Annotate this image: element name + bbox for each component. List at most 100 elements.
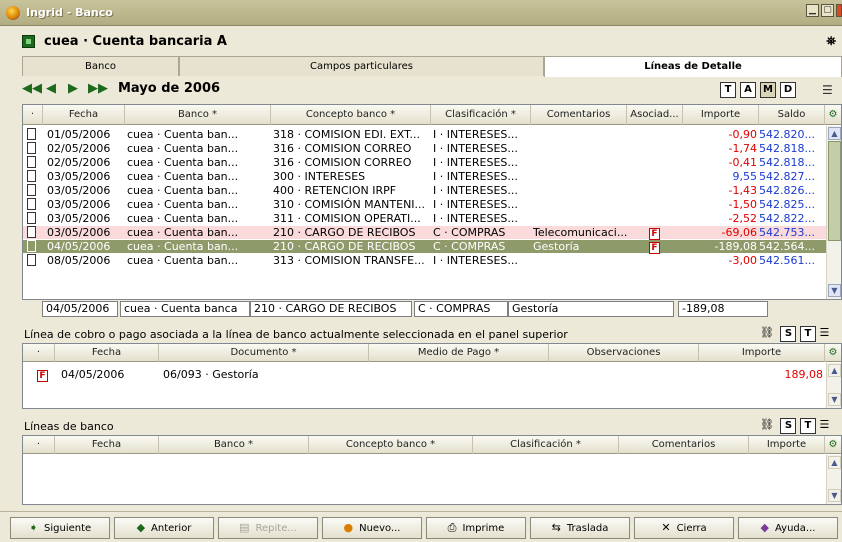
bank-col-banco[interactable]: Banco * [159, 436, 309, 454]
prev-period-icon[interactable]: ◀ [46, 81, 56, 96]
bank-scroll-up-icon[interactable]: ▲ [828, 456, 841, 469]
bank-scrollbar[interactable]: ▲ ▼ [826, 455, 841, 504]
table-row[interactable]: 03/05/2006 cuea · Cuenta ban... 300 · INTE… [23, 170, 827, 183]
toggle-m-button[interactable]: M [760, 82, 776, 98]
bank-layers-icon[interactable]: ☰ [819, 418, 829, 431]
table-row[interactable]: 01/05/2006 cuea · Cuenta ban... 318 · COMI… [23, 128, 827, 141]
cell-saldo: 542.826... [759, 184, 815, 197]
last-period-icon[interactable]: ▶▶ [88, 81, 108, 96]
cell-concepto: 400 · RETENCION IRPF [273, 184, 397, 197]
bank-lines-grid: · Fecha Banco * Concepto banco * Clasifi… [22, 104, 842, 300]
cell-saldo: 542.561... [759, 254, 815, 267]
linked-grid: · Fecha Documento * Medio de Pago * Obse… [22, 343, 842, 409]
linked-col-observaciones[interactable]: Observaciones [549, 344, 699, 362]
cell-banco: cuea · Cuenta ban... [127, 128, 239, 141]
table-row[interactable]: 03/05/2006 cuea · Cuenta ban... 310 · COMI… [23, 198, 827, 211]
bank-t-button[interactable]: T [799, 418, 816, 434]
table-row[interactable]: 03/05/2006 cuea · Cuenta ban... 311 · COMI… [23, 212, 827, 225]
col-selector[interactable]: · [23, 105, 43, 125]
nuevo-button[interactable]: ● Nuevo... [322, 517, 422, 539]
anterior-button[interactable]: ◆ Anterior [114, 517, 214, 539]
edit-importe-field[interactable]: -189,08 [678, 301, 768, 317]
linked-col-importe[interactable]: Importe [699, 344, 825, 362]
scroll-down-icon[interactable]: ▼ [828, 284, 841, 297]
col-fecha[interactable]: Fecha [43, 105, 125, 125]
maximize-button[interactable]: ▢ [821, 4, 834, 17]
tab-campos-particulares[interactable]: Campos particulares [179, 56, 544, 76]
linked-row[interactable]: F 04/05/2006 06/093 · Gestoría 189,08 [23, 368, 824, 382]
table-row[interactable]: 02/05/2006 cuea · Cuenta ban... 316 · COMI… [23, 156, 827, 169]
bank-col-fecha[interactable]: Fecha [55, 436, 159, 454]
linked-col-fecha[interactable]: Fecha [55, 344, 159, 362]
current-month: Mayo de 2006 [118, 81, 221, 96]
ayuda-button[interactable]: ◆ Ayuda... [738, 517, 838, 539]
siguiente-button[interactable]: ➧ Siguiente [10, 517, 110, 539]
col-banco[interactable]: Banco * [125, 105, 271, 125]
col-saldo[interactable]: Saldo [759, 105, 825, 125]
bank-scroll-down-icon[interactable]: ▼ [828, 489, 841, 502]
document-icon [27, 184, 36, 196]
bank-col-importe[interactable]: Importe [749, 436, 825, 454]
bank-col-clasificacion[interactable]: Clasificación * [473, 436, 619, 454]
col-importe[interactable]: Importe [683, 105, 759, 125]
bank-col-concepto[interactable]: Concepto banco * [309, 436, 473, 454]
link-chain-icon[interactable]: ⛓ [760, 326, 774, 339]
linked-s-button[interactable]: S [780, 326, 797, 342]
linked-col-selector[interactable]: · [23, 344, 55, 362]
linked-scroll-up-icon[interactable]: ▲ [828, 364, 841, 377]
table-row[interactable]: 03/05/2006 cuea · Cuenta ban... 400 · RETE… [23, 184, 827, 197]
edit-comentarios-field[interactable]: Gestoría [508, 301, 674, 317]
toggle-a-button[interactable]: A [740, 82, 756, 98]
close-window-button[interactable] [836, 4, 842, 17]
toggle-d-button[interactable]: D [780, 82, 796, 98]
stack-layers-icon[interactable]: ☰ [822, 83, 833, 97]
first-period-icon[interactable]: ◀◀ [22, 81, 42, 96]
minimize-button[interactable]: ▁ [806, 4, 819, 17]
vertical-scrollbar[interactable]: ▲ ▼ [826, 126, 841, 299]
window-title: Ingrid - Banco [26, 6, 113, 19]
linked-importe: 189,08 [784, 368, 824, 381]
document-icon [27, 226, 36, 238]
edit-banco-field[interactable]: cuea · Cuenta banca [120, 301, 250, 317]
linked-layers-icon[interactable]: ☰ [819, 326, 829, 339]
binoculars-search-icon[interactable]: ⛯ [826, 34, 836, 49]
col-concepto[interactable]: Concepto banco * [271, 105, 431, 125]
bank-col-selector[interactable]: · [23, 436, 55, 454]
linked-t-button[interactable]: T [799, 326, 816, 342]
table-row[interactable]: 03/05/2006 cuea · Cuenta ban... 210 · CARG… [23, 226, 827, 240]
edit-clasificacion-field[interactable]: C · COMPRAS [414, 301, 508, 317]
invoice-f-icon[interactable]: F [649, 240, 660, 254]
linked-scroll-down-icon[interactable]: ▼ [828, 393, 841, 406]
scroll-thumb[interactable] [828, 141, 841, 241]
grid-settings-icon[interactable]: ⚙ [825, 105, 841, 125]
linked-scrollbar[interactable]: ▲ ▼ [826, 363, 841, 408]
tab-lineas-detalle[interactable]: Líneas de Detalle [544, 56, 842, 77]
table-row[interactable]: 04/05/2006 cuea · Cuenta ban... 210 · CARG… [23, 240, 827, 254]
table-row[interactable]: 02/05/2006 cuea · Cuenta ban... 316 · COMI… [23, 142, 827, 155]
imprime-button[interactable]: ⎙ Imprime [426, 517, 526, 539]
col-comentarios[interactable]: Comentarios [531, 105, 627, 125]
cierra-button[interactable]: ✕ Cierra [634, 517, 734, 539]
tab-banco[interactable]: Banco [22, 56, 179, 76]
invoice-f-icon[interactable]: F [649, 226, 660, 240]
scroll-up-icon[interactable]: ▲ [828, 127, 841, 140]
bank-col-comentarios[interactable]: Comentarios [619, 436, 749, 454]
cell-clasif: I · INTERESES... [433, 128, 518, 141]
linked-col-documento[interactable]: Documento * [159, 344, 369, 362]
table-row[interactable]: 08/05/2006 cuea · Cuenta ban... 313 · COMI… [23, 254, 827, 267]
col-clasificacion[interactable]: Clasificación * [431, 105, 531, 125]
edit-concepto-field[interactable]: 210 · CARGO DE RECIBOS [250, 301, 412, 317]
edit-fecha-field[interactable]: 04/05/2006 [42, 301, 118, 317]
bank-settings-icon[interactable]: ⚙ [825, 436, 841, 454]
bank-chain-icon[interactable]: ⛓ [760, 418, 774, 431]
repite-button[interactable]: ▤ Repite... [218, 517, 318, 539]
bank-lines-label: Líneas de banco [24, 420, 114, 433]
bank-s-button[interactable]: S [780, 418, 797, 434]
bottom-toolbar: ➧ Siguiente ◆ Anterior ▤ Repite... ● Nuevo..… [0, 511, 842, 542]
linked-col-medio-pago[interactable]: Medio de Pago * [369, 344, 549, 362]
traslada-button[interactable]: ⇆ Traslada [530, 517, 630, 539]
next-period-icon[interactable]: ▶ [68, 81, 78, 96]
toggle-t-button[interactable]: T [720, 82, 736, 98]
col-asociado[interactable]: Asociad... [627, 105, 683, 125]
linked-settings-icon[interactable]: ⚙ [825, 344, 841, 362]
